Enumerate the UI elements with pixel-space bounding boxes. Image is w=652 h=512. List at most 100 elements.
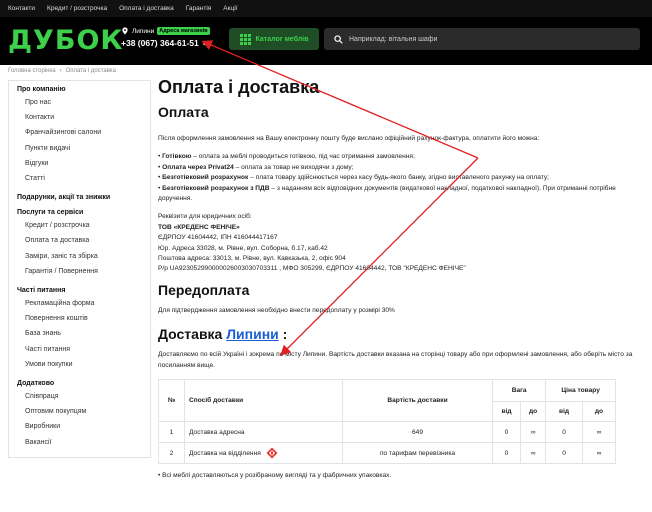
col-header-num: № [158,379,185,423]
sidebar-item-wholesale[interactable]: Оптовим покупцям [17,404,142,419]
catalog-label: Каталог меблів [255,35,309,43]
cell-cost: 649 [342,421,493,444]
cell-price-from: 0 [545,421,583,444]
sidebar-group-extra: Додатково Співпраця Оптовим покупцям Вир… [17,380,142,450]
col-header-weight-from: від [492,401,521,423]
cell-price-to: ∞ [581,442,617,465]
main-content: Оплата і доставка Оплата Після оформленн… [158,76,642,482]
delivery-heading-text: Доставка [158,326,223,343]
chevron-down-icon[interactable]: ⌄ [202,40,207,47]
cell-method: Доставка на відділення [184,442,343,465]
breadcrumb-current: Оплата і доставка [65,68,117,74]
phone-number[interactable]: +38 (067) 364-61-51 ⌄ [121,38,210,48]
search-input[interactable]: Наприклад: вітальня шафи [324,28,640,50]
col-header-weight: Вага [491,379,547,403]
payment-methods-list: • Готівкою – оплата за меблі проводиться… [158,152,642,204]
sidebar-item-credit[interactable]: Кредит / розстрочка [17,218,142,233]
sidebar-item-warranty[interactable]: Гарантія / Повернення [17,264,142,279]
delivery-text: Доставляємо по всій Україні і зокрема по… [158,351,633,369]
sidebar-item-knowledge-base[interactable]: База знань [17,326,142,341]
cell-cost: по тарифам перевізника [342,442,493,465]
sidebar-item-pickup[interactable]: Пункти видачі [17,141,142,156]
col-header-weight-to: до [519,401,547,423]
top-link-credit[interactable]: Кредит / розстрочка [47,5,107,12]
header: ДУБОК Липини Адреса магазинів +38 (067) … [0,17,652,65]
search-placeholder: Наприклад: вітальня шафи [349,35,438,43]
company-requisites: Реквізити для юридичних осіб: ТОВ «КРЕДЕ… [158,212,642,274]
top-nav: Контакти Кредит / розстрочка Оплата і до… [0,0,652,17]
top-link-promo[interactable]: Акції [223,5,237,12]
sidebar-group-gifts: Подарунки, акції та знижки [17,194,142,201]
store-addresses-badge[interactable]: Адреса магазинів [157,27,210,35]
sidebar-item-measure[interactable]: Заміри, заніс та збірка [17,249,142,264]
city-selector[interactable]: Липини [132,28,154,35]
sidebar-item-about[interactable]: Про нас [17,95,142,110]
top-link-contacts[interactable]: Контакти [8,5,35,12]
payment-intro: Після оформлення замовлення на Вашу елек… [158,135,540,142]
map-pin-icon [122,27,128,35]
page-title: Оплата і доставка [158,77,320,97]
sidebar-item-cooperation[interactable]: Співпраця [17,389,142,404]
search-icon [334,34,343,44]
requisites-line: ЄДРПОУ 41604442, ІПН 416044417167 [158,234,278,242]
sidebar-heading[interactable]: Додатково [17,380,142,387]
col-header-price-from: від [545,401,583,423]
list-item: • Готівкою – оплата за меблі проводиться… [158,153,415,161]
breadcrumb-home[interactable]: Головна сторінка [8,68,56,74]
sidebar-item-terms[interactable]: Умови покупки [17,357,142,372]
location-block: Липини Адреса магазинів +38 (067) 364-61… [121,27,210,48]
breadcrumb: Головна сторінка › Оплата і доставка [8,68,116,74]
sidebar-heading[interactable]: Про компанію [17,86,142,93]
requisites-line: Поштова адреса: 33013, м. Рівне, вул. Ка… [158,255,346,263]
delivery-table: № Спосіб доставки Вартість доставки Вага… [158,379,617,465]
table-row: 1 Доставка адресна 649 0 ∞ 0 ∞ [158,421,617,444]
cell-method: Доставка адресна [184,421,343,444]
requisites-label: Реквізити для юридичних осіб: [158,213,252,221]
delivery-heading-suffix: : [278,326,288,343]
sidebar-item-manufacturers[interactable]: Виробники [17,419,142,434]
prepayment-heading: Передоплата [158,281,250,298]
cell-price-to: ∞ [581,421,617,444]
sidebar-item-articles[interactable]: Статті [17,171,142,186]
list-item: • Оплата через Privat24 – оплата за това… [158,163,354,171]
sidebar-group-company: Про компанію Про нас Контакти Франчайзин… [17,86,142,186]
sidebar-heading[interactable]: Послуги та сервіси [17,209,142,216]
sidebar-heading[interactable]: Подарунки, акції та знижки [17,194,142,201]
col-header-method: Спосіб доставки [184,379,343,423]
table-header-row: № Спосіб доставки Вартість доставки Вага… [158,379,616,423]
table-row: 2 Доставка на відділення по тарифам пере… [158,442,617,465]
sidebar-heading[interactable]: Часті питання [17,287,142,294]
delivery-footnote: • Всі меблі доставляються у розібраному … [158,472,392,480]
sidebar-item-refund[interactable]: Повернення коштів [17,311,142,326]
sidebar-item-franchise[interactable]: Франчайзингові салони [17,125,142,140]
company-name: ТОВ «КРЕДЕНС ФЕНІЧЕ» [158,223,240,231]
delivery-heading: Доставка Липини : [158,325,642,343]
cell-weight-to: ∞ [519,442,547,465]
sidebar-item-vacancies[interactable]: Вакансії [17,435,142,450]
list-item: • Безготівковий розрахунок – плата товар… [158,174,549,182]
cell-method-text: Доставка на відділення [189,449,261,457]
sidebar-item-claim-form[interactable]: Рекламаційна форма [17,296,142,311]
top-link-payment[interactable]: Оплата і доставка [119,5,174,12]
sidebar-item-payment-delivery[interactable]: Оплата та доставка [17,233,142,248]
prepayment-text: Для підтвердження замовлення необхідно в… [158,306,395,314]
cell-num: 2 [158,442,185,465]
cell-weight-from: 0 [492,421,521,444]
sidebar: Про компанію Про нас Контакти Франчайзин… [8,80,151,458]
requisites-line: Юр. Адреса 33028, м. Рівне, вул. Соборна… [158,244,328,252]
delivery-city-link[interactable]: Липини [226,326,279,342]
requisites-line: Р/р UA923052990000026003030703311 , МФО … [158,265,466,273]
nova-poshta-icon [266,447,278,459]
cell-weight-to: ∞ [519,421,547,444]
logo[interactable]: ДУБОК [8,26,123,56]
col-header-price-to: до [581,401,617,423]
sidebar-item-faq[interactable]: Часті питання [17,342,142,357]
catalog-button[interactable]: Каталог меблів [229,28,319,50]
grid-icon [239,33,251,45]
top-link-warranty[interactable]: Гарантія [186,5,212,12]
sidebar-item-reviews[interactable]: Відгуки [17,156,142,171]
sidebar-item-contacts[interactable]: Контакти [17,110,142,125]
col-header-price: Ціна товару [545,379,616,403]
phone-text: +38 (067) 364-61-51 [121,38,199,48]
cell-weight-from: 0 [492,442,521,465]
